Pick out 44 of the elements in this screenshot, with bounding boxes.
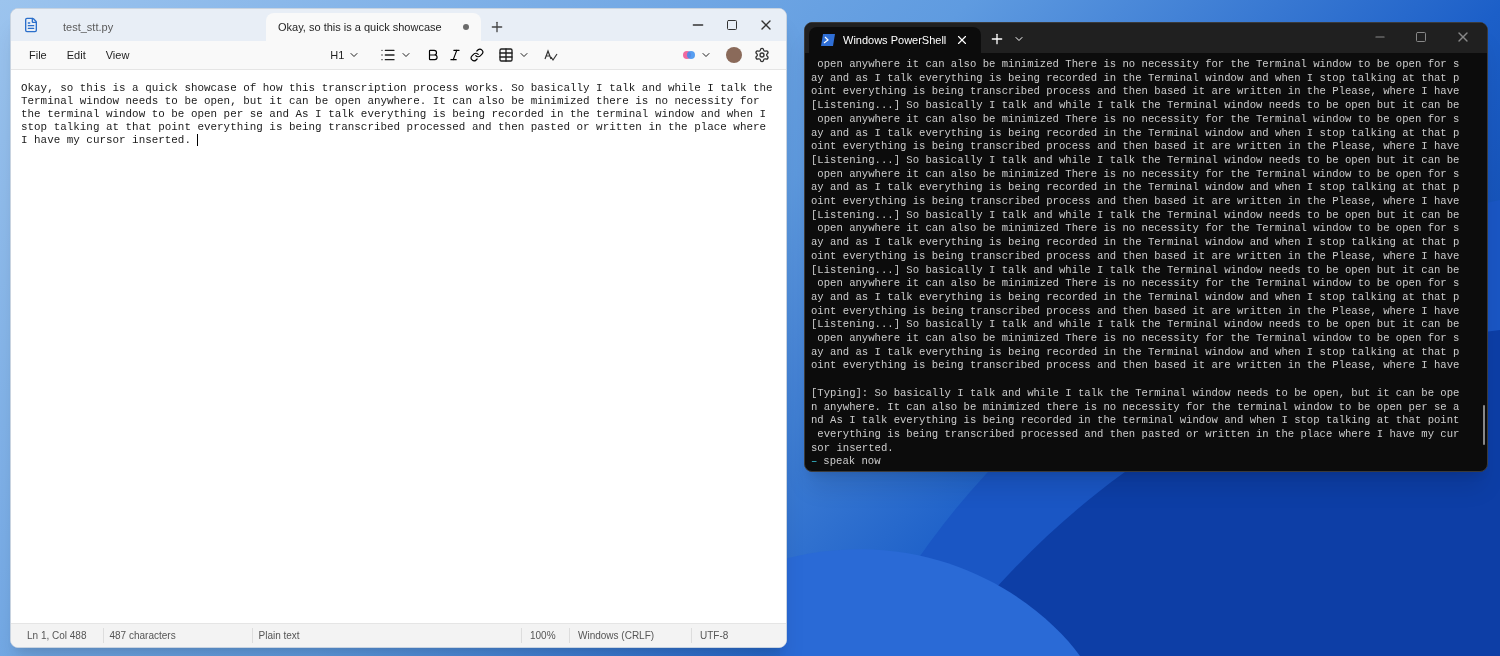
document-tab[interactable]: test_stt.py (51, 13, 266, 41)
terminal-line: [Listening...] So basically I talk and while I talk the Terminal window needs to be open but it can be (811, 263, 1460, 278)
encoding: UTF-8 (691, 628, 786, 643)
terminal-line: open anywhere it can also be minimized There is no necessity for the Terminal window to be open for s (816, 167, 1460, 182)
terminal-line: ay and as I talk everything is being recorded in the Terminal window and when I stop talking at that p (811, 71, 1460, 86)
terminal-line: ay and as I talk everything is being recorded in the Terminal window and when I stop talking at that p (811, 126, 1460, 141)
terminal-line: [Listening...] So basically I talk and while I talk the Terminal window needs to be open but it can be (811, 208, 1460, 223)
terminal-line: [Typing]: So basically I talk and while I talk the Terminal window needs to be open, but it can be ope (811, 386, 1460, 401)
prompt-marker: – (811, 455, 818, 470)
text-format: Plain text (251, 628, 521, 643)
terminal-line: ay and as I talk everything is being recorded in the Terminal window and when I stop talking at that p (811, 290, 1460, 305)
terminal-prompt: speak now (823, 455, 881, 470)
cursor-position: Ln 1, Col 488 (11, 628, 104, 643)
terminal-line: [Listening...] So basically I talk and while I talk the Terminal window needs to be open but it can be (811, 153, 1460, 168)
character-count: 487 characters (108, 629, 177, 643)
terminal-line: oint everything is being transcribed process and then based it are written in the Please, where I have (811, 195, 1460, 209)
heading-dropdown[interactable]: H1 (324, 41, 367, 69)
terminal-line: [Listening...] So basically I talk and while I talk the Terminal window needs to be open but it can be (811, 99, 1460, 113)
terminal-line: open anywhere it can also be minimized There is no necessity for the Terminal window to be open for s (816, 222, 1460, 237)
document-text[interactable]: Okay, so this is a quick showcase of how this transcription process works. So basically I talk and while I talk the Terminal window needs to be open, but it can be open anywhere. It can also be minimized there is no necessity for the terminal window to be open per se and As I talk everything is being recorded in the terminal window and when I stop talking at that point everything is being transcribed processed and then pasted or written in the place where I have my cursor inserted. (21, 82, 776, 147)
terminal-line: ay and as I talk everything is being recorded in the Terminal window and when I stop talking at that p (811, 181, 1460, 196)
terminal-line: [Listening...] So basically I talk and while I talk the Terminal window needs to be open but it can be (811, 318, 1460, 333)
terminal-line: oint everything is being transcribed process and then based it are written in the Please, where I have (811, 249, 1460, 264)
terminal-line: ay and as I talk everything is being recorded in the Terminal window and when I stop talking at that p (811, 236, 1460, 250)
terminal-line: open anywhere it can also be minimized There is no necessity for the Terminal window to be open for s (816, 332, 1460, 346)
terminal-line: oint everything is being transcribed process and then based it are written in the Please, where I have (811, 304, 1460, 319)
terminal-tab[interactable]: Windows PowerShell (809, 27, 981, 53)
document-tab[interactable]: Okay, so this is a quick showcase (266, 13, 481, 41)
terminal-line: open anywhere it can also be minimized There is no necessity for the Terminal window to be open for s (816, 58, 1460, 72)
terminal-line: sor inserted. (811, 441, 894, 456)
terminal-line: everything is being transcribed processed and then pasted or written in the place where I have my cur (816, 427, 1460, 442)
line-endings: Windows (CRLF) (569, 628, 691, 643)
terminal-line: n anywhere. It can also be minimized there is no necessity for the terminal window to be open per se a (811, 400, 1460, 415)
terminal-line: ay and as I talk everything is being recorded in the Terminal window and when I stop talking at that p (811, 345, 1460, 360)
terminal-line: nd As I talk everything is being recorded in the terminal window and when I stop talking at that point (811, 414, 1460, 428)
terminal-line: oint everything is being transcribed process and then based it are written in the Please, where I have (811, 359, 1460, 374)
zoom-level: 100% (521, 628, 569, 643)
menu-item[interactable]: Edit (56, 46, 96, 64)
terminal-line: oint everything is being transcribed process and then based it are written in the Please, where I have (811, 85, 1460, 100)
terminal-line: open anywhere it can also be minimized There is no necessity for the Terminal window to be open for s (816, 112, 1460, 127)
menu-item[interactable]: File (19, 46, 57, 64)
menu-item[interactable]: View (95, 46, 140, 64)
terminal-line: open anywhere it can also be minimized There is no necessity for the Terminal window to be open for s (816, 277, 1460, 291)
terminal-line: oint everything is being transcribed process and then based it are written in the Please, where I have (811, 140, 1460, 154)
